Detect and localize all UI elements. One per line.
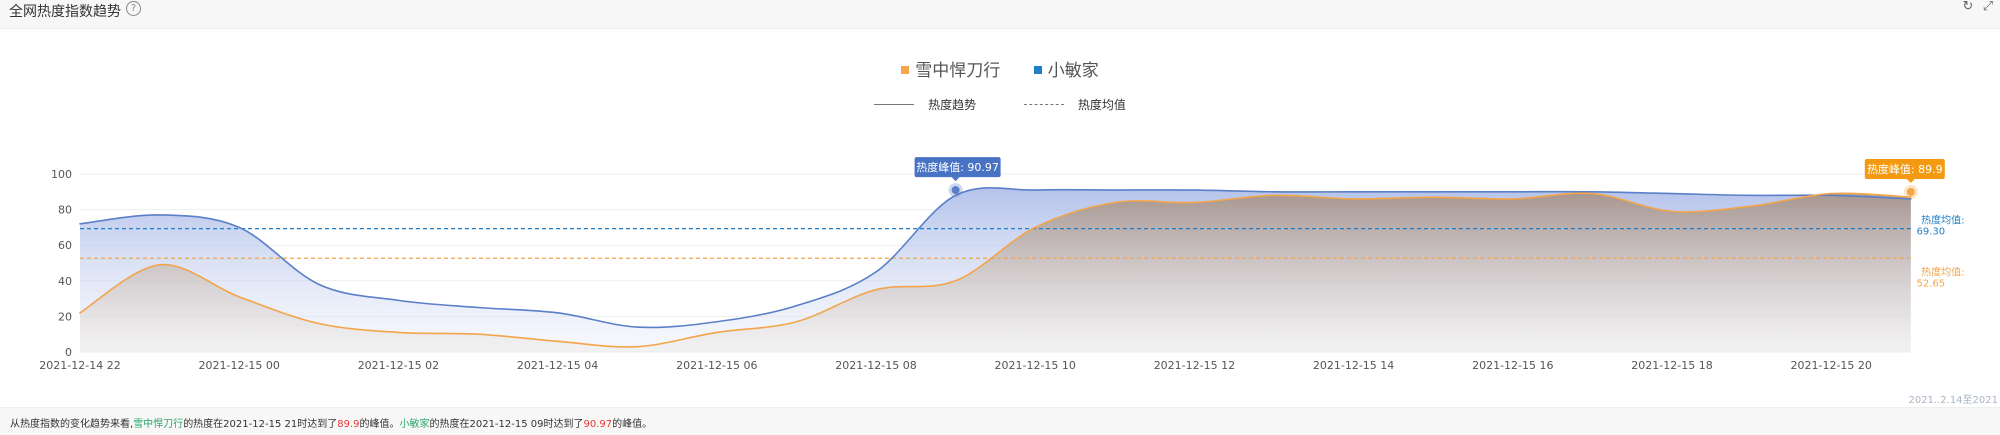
- data-point: [1671, 210, 1673, 213]
- x-tick-label: 2021-12-15 08: [835, 359, 916, 372]
- x-tick-label: 2021-12-15 18: [1631, 359, 1712, 372]
- x-tick-label: 2021-12-15 16: [1472, 359, 1553, 372]
- data-point: [1830, 194, 1832, 197]
- summary-series-2-name[interactable]: 小敏家: [399, 419, 429, 430]
- y-tick-label: 100: [51, 168, 72, 181]
- data-point: [1750, 194, 1753, 197]
- peak-label-2: 热度峰值: 89.9: [1867, 162, 1943, 176]
- data-point: [238, 296, 240, 298]
- data-point: [1750, 205, 1753, 207]
- data-point: [795, 304, 798, 307]
- data-point: [477, 306, 479, 309]
- x-tick-label: 2021-12-15 10: [994, 359, 1075, 372]
- data-point: [716, 320, 718, 323]
- data-point: [1193, 201, 1196, 204]
- data-point: [1512, 198, 1514, 200]
- data-point: [1671, 192, 1673, 195]
- data-point: [1352, 198, 1355, 200]
- data-point: [238, 226, 240, 229]
- x-tick-label: 2021-12-15 04: [517, 359, 598, 372]
- data-point: [1512, 191, 1514, 193]
- data-point: [556, 340, 559, 343]
- data-point: [1034, 226, 1036, 229]
- average-label-2: 热度均值:: [1921, 265, 1964, 278]
- data-point: [397, 331, 400, 334]
- data-point: [1591, 191, 1594, 193]
- summary-suffix: 的峰值。: [612, 419, 653, 430]
- summary-mid-3: 的热度在2021-12-15 09时达到了: [429, 419, 584, 430]
- peak-label-1: 热度峰值: 90.97: [916, 160, 999, 174]
- data-point: [1034, 189, 1036, 191]
- summary-text: 从热度指数的变化趋势来看,雪中悍刀行的热度在2021-12-15 21时达到了8…: [10, 415, 652, 430]
- data-point: [1352, 191, 1355, 193]
- summary-prefix: 从热度指数的变化趋势来看,: [10, 419, 134, 430]
- summary-mid-2: 的峰值。: [359, 419, 400, 430]
- x-tick-label: 2021-12-15 06: [676, 359, 757, 372]
- x-tick-label: 2021-12-15 12: [1154, 359, 1235, 372]
- y-tick-label: 80: [58, 204, 72, 217]
- data-point: [477, 333, 479, 336]
- y-tick-label: 60: [58, 239, 72, 252]
- data-point: [636, 345, 638, 348]
- y-tick-label: 40: [58, 275, 72, 288]
- data-point: [1114, 201, 1116, 204]
- data-point: [318, 322, 320, 325]
- data-point: [158, 214, 161, 216]
- summary-value-2: 90.97: [583, 419, 613, 430]
- data-point: [79, 312, 81, 314]
- peak-dot-2: [1906, 187, 1915, 196]
- x-tick-label: 2021-12-15 00: [198, 359, 279, 372]
- data-point: [875, 288, 877, 291]
- data-point: [795, 320, 798, 323]
- data-point: [397, 299, 400, 302]
- data-point: [556, 312, 559, 314]
- data-point: [1273, 194, 1275, 197]
- data-point: [1193, 189, 1196, 191]
- data-point: [716, 331, 718, 334]
- date-range-note: 2021..2.14至2021: [1908, 395, 1998, 406]
- data-point: [158, 263, 161, 266]
- y-tick-label: 0: [65, 346, 72, 359]
- data-point: [1432, 191, 1434, 193]
- data-point: [1830, 192, 1832, 195]
- peak-dot-1: [951, 186, 960, 195]
- summary-footer: 从热度指数的变化趋势来看,雪中悍刀行的热度在2021-12-15 21时达到了8…: [0, 407, 2000, 435]
- summary-series-1-name[interactable]: 雪中悍刀行: [133, 419, 183, 430]
- summary-value-1: 89.9: [337, 419, 360, 430]
- data-point: [318, 283, 320, 286]
- x-tick-label: 2021-12-14 22: [39, 359, 120, 372]
- data-point: [1273, 191, 1275, 193]
- data-point: [1432, 196, 1434, 198]
- trend-chart: 热度均值:69.30热度均值:52.65 0204060801002021-12…: [39, 157, 1964, 372]
- average-value-1: 69.30: [1916, 227, 1945, 238]
- data-point: [1591, 192, 1594, 195]
- x-tick-label: 2021-12-15 02: [358, 359, 439, 372]
- data-point: [636, 326, 638, 328]
- area-fills: [80, 187, 1911, 352]
- data-point: [79, 223, 81, 225]
- peak-label-pointer-1: [951, 177, 960, 182]
- x-tick-label: 2021-12-15 20: [1790, 359, 1871, 372]
- data-point: [954, 280, 957, 282]
- y-tick-label: 20: [58, 310, 72, 323]
- peak-label-pointer-2: [1906, 178, 1915, 183]
- average-label-1: 热度均值:: [1921, 214, 1964, 227]
- x-tick-label: 2021-12-15 14: [1313, 359, 1394, 372]
- data-point: [1114, 189, 1116, 191]
- summary-mid-1: 的热度在2021-12-15 21时达到了: [183, 419, 338, 430]
- data-point: [875, 271, 877, 273]
- average-value-2: 52.65: [1916, 278, 1945, 289]
